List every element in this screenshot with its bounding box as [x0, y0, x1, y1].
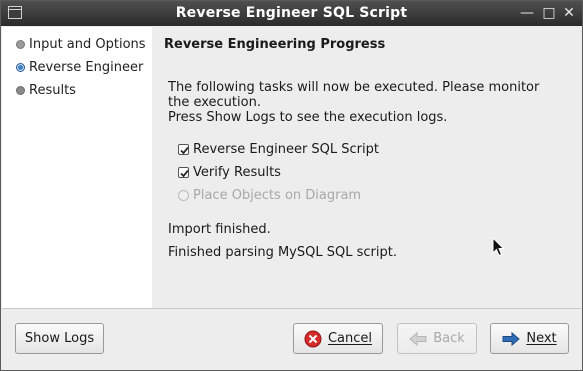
- next-arrow-icon: [502, 330, 521, 348]
- title-bar[interactable]: Reverse Engineer SQL Script — □ ✕: [1, 1, 582, 26]
- step-label: Input and Options: [29, 37, 146, 52]
- main-panel: Reverse Engineering Progress The followi…: [152, 27, 582, 308]
- task-label: Reverse Engineer SQL Script: [193, 142, 379, 157]
- wizard-steps-sidebar: Input and Options Reverse Engineer Resul…: [2, 27, 152, 308]
- intro-line: the execution.: [168, 95, 261, 110]
- intro-line: Press Show Logs to see the execution log…: [168, 110, 448, 125]
- checkbox-checked-icon[interactable]: [178, 167, 189, 178]
- back-arrow-icon: [409, 330, 427, 348]
- cancel-icon: [304, 330, 322, 348]
- next-button[interactable]: Next: [490, 323, 569, 354]
- intro-line: The following tasks will now be executed…: [168, 80, 540, 95]
- back-button[interactable]: Back: [397, 323, 477, 354]
- show-logs-label: Show Logs: [24, 331, 95, 346]
- intro-text: The following tasks will now be executed…: [168, 80, 568, 125]
- window-title: Reverse Engineer SQL Script: [175, 5, 408, 21]
- cancel-button[interactable]: Cancel: [293, 323, 383, 354]
- step-done-icon: [16, 40, 25, 49]
- step-label: Reverse Engineer: [29, 60, 144, 75]
- radio-disabled-icon: [178, 190, 189, 201]
- checkbox-checked-icon[interactable]: [178, 144, 189, 155]
- step-reverse-engineer: Reverse Engineer: [16, 59, 143, 77]
- step-input-and-options: Input and Options: [16, 36, 146, 54]
- step-results: Results: [16, 82, 76, 100]
- cancel-label: Cancel: [327, 331, 373, 346]
- show-logs-button[interactable]: Show Logs: [15, 323, 104, 354]
- maximize-button[interactable]: □: [539, 3, 559, 23]
- next-label: Next: [526, 331, 557, 346]
- step-label: Results: [29, 83, 76, 98]
- status-import-finished: Import finished.: [168, 222, 271, 237]
- step-current-icon: [16, 63, 25, 72]
- back-label: Back: [433, 331, 465, 346]
- task-label: Verify Results: [193, 165, 281, 180]
- task-label: Place Objects on Diagram: [193, 188, 362, 203]
- footer-divider: [2, 308, 581, 309]
- status-parsing-finished: Finished parsing MySQL SQL script.: [168, 245, 397, 260]
- dialog-window: Reverse Engineer SQL Script — □ ✕ Input …: [0, 0, 583, 371]
- page-title: Reverse Engineering Progress: [164, 37, 386, 52]
- minimize-button[interactable]: —: [517, 3, 537, 23]
- mouse-pointer-icon: [492, 237, 505, 257]
- close-button[interactable]: ✕: [559, 3, 579, 23]
- step-pending-icon: [16, 86, 25, 95]
